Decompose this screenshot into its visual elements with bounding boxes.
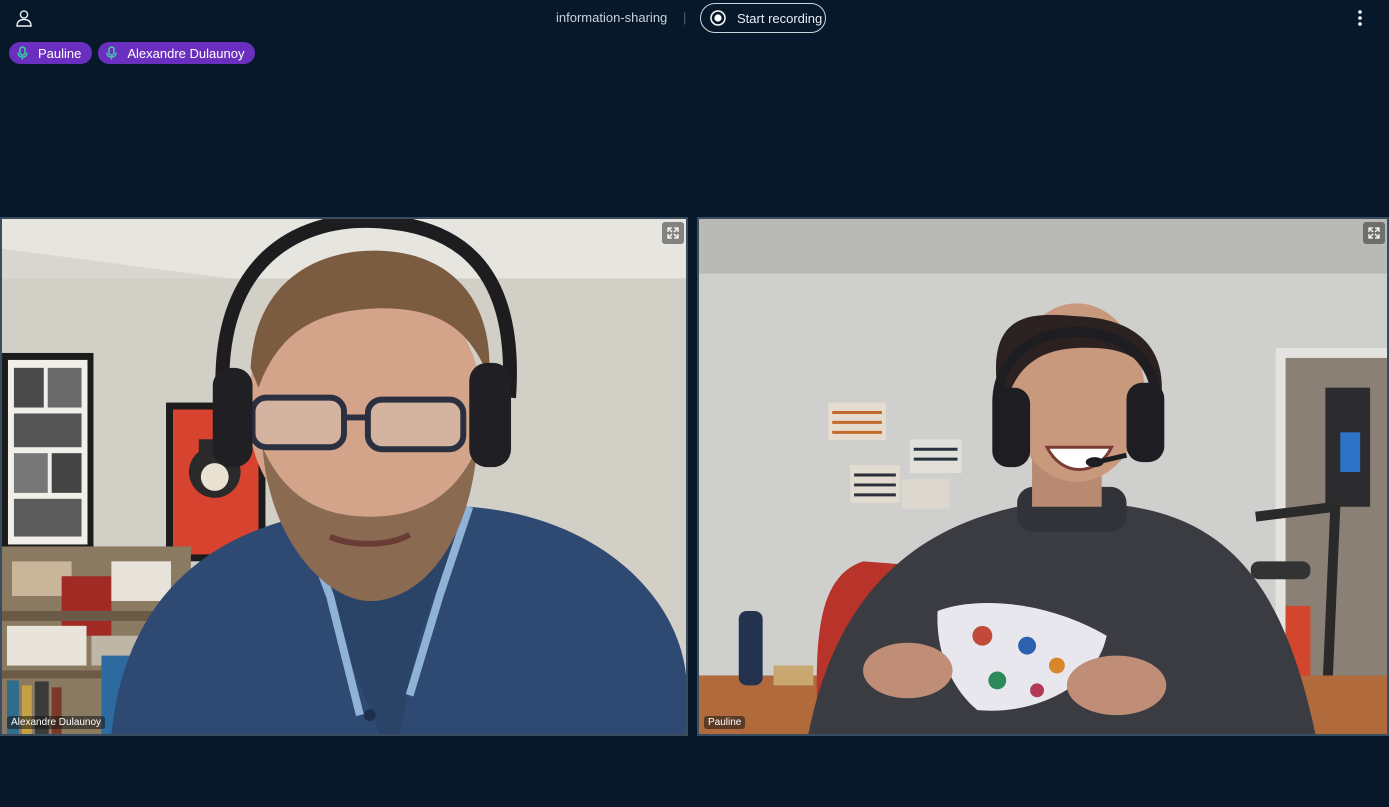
participant-name: Pauline [38,45,82,61]
video-tile[interactable]: Pauline [697,217,1389,736]
microphone-icon [106,46,118,60]
more-vertical-icon[interactable] [1352,8,1368,28]
participant-name: Alexandre Dulaunoy [127,45,245,61]
video-tile[interactable]: Alexandre Dulaunoy [0,217,688,736]
fullscreen-icon [1368,227,1380,239]
microphone-icon [17,46,28,60]
participant-list: Pauline Alexandre Dulaunoy [9,42,256,64]
fullscreen-button[interactable] [662,222,684,244]
video-name-tag: Alexandre Dulaunoy [7,716,106,729]
header-divider: | [683,10,687,25]
user-icon[interactable] [15,9,33,27]
fullscreen-button[interactable] [1363,222,1385,244]
start-recording-button[interactable]: Start recording [700,3,826,33]
participant-pill[interactable]: Pauline [9,42,93,64]
start-recording-label: Start recording [737,10,823,26]
video-feed [699,219,1387,734]
video-call-app: information-sharing | Start recording Pa… [0,0,1389,807]
room-name: information-sharing [556,10,668,25]
record-icon [710,10,726,26]
fullscreen-icon [667,227,679,239]
video-name-tag: Pauline [704,716,746,729]
video-feed [2,219,686,734]
participant-pill[interactable]: Alexandre Dulaunoy [98,42,256,64]
